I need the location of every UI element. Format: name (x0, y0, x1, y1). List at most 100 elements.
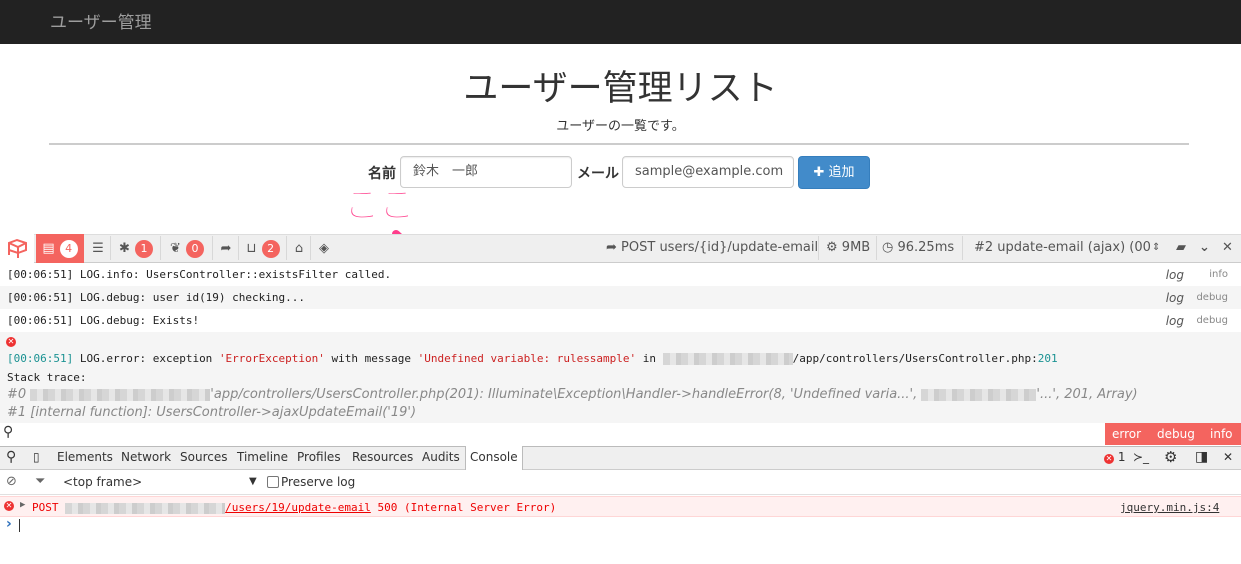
annotation-label: ここ (343, 185, 415, 227)
error-counter[interactable]: ✕ 1 (1104, 446, 1125, 470)
device-icon[interactable]: ▯ (33, 446, 40, 470)
email-field[interactable]: sample@example.com (622, 156, 794, 188)
search-icon[interactable]: ⚲ (3, 424, 13, 440)
dataset-value: #2 update-email (ajax) (00 (974, 240, 1151, 255)
log-text: LOG.debug: Exists! (73, 314, 200, 327)
trace-0-end: '...', 201, Array) (1036, 387, 1138, 402)
clock-icon: ◷ (882, 240, 894, 255)
error-log-row: ✕ [00:06:51] LOG.error: exception 'Error… (0, 332, 1241, 423)
drive-icon: ⌂ (294, 241, 304, 256)
request-info: ➦ POST users/{id}/update-email (606, 234, 818, 263)
tab-console[interactable]: Console (465, 446, 523, 470)
tab-elements[interactable]: Elements (57, 446, 113, 470)
trace-1-text: #1 [internal function]: UsersController-… (7, 405, 417, 420)
error-line: 201 (1037, 352, 1058, 365)
tab-views[interactable]: ❦ 0 (162, 234, 212, 263)
tab-sources[interactable]: Sources (180, 446, 227, 470)
list-icon: ▤ (42, 241, 55, 256)
stack-trace-label: Stack trace: (7, 371, 87, 384)
log-row: [00:06:51] LOG.info: UsersController::ex… (0, 263, 1241, 286)
separator (876, 236, 877, 260)
tags-icon: ◈ (319, 241, 329, 256)
request-label: POST users/{id}/update-email (621, 240, 819, 255)
exceptions-count-badge: 1 (134, 239, 153, 258)
filter-debug[interactable]: debug (1157, 423, 1195, 445)
separator (962, 236, 963, 260)
redacted-path (662, 353, 793, 365)
console-error-row: ✕ ▶ POST /users/19/update-email 500 (Int… (0, 496, 1241, 517)
dock-icon[interactable]: ◨ (1195, 446, 1208, 470)
tab-timeline[interactable]: ☰ (86, 234, 110, 263)
separator (286, 236, 287, 260)
email-label: メール (577, 166, 619, 182)
tab-timeline[interactable]: Timeline (237, 446, 288, 470)
chevron-down-icon[interactable]: ⌄ (1199, 234, 1210, 263)
bars-icon: ☰ (92, 241, 104, 256)
close-icon[interactable]: ✕ (1222, 234, 1233, 263)
drawer-icon[interactable]: ≻_ (1133, 446, 1149, 470)
tab-profiles[interactable]: Profiles (297, 446, 341, 470)
clear-console-icon[interactable]: ⊘ (6, 474, 17, 489)
trace-0-index: #0 (7, 387, 31, 402)
time-info: ◷ 96.25ms (882, 234, 954, 263)
separator (238, 236, 239, 260)
tab-route[interactable]: ➦ (214, 234, 238, 263)
tab-resources[interactable]: Resources (352, 446, 413, 470)
time-value: 96.25ms (897, 240, 955, 255)
separator (110, 236, 111, 260)
divider (49, 143, 1189, 145)
navbar-brand[interactable]: ユーザー管理 (50, 8, 152, 33)
page-title: ユーザー管理リスト (463, 69, 778, 109)
filter-info[interactable]: info (1210, 423, 1233, 445)
plus-icon: ✚ (813, 165, 825, 180)
separator (818, 236, 819, 260)
messages-count-badge: 4 (59, 239, 78, 258)
close-icon[interactable]: ✕ (1223, 446, 1233, 470)
tab-queries[interactable]: ⊔ 2 (240, 234, 286, 263)
tab-request[interactable]: ◈ (312, 234, 336, 263)
error-icon: ✕ (4, 501, 14, 511)
tab-exceptions[interactable]: ✱ 1 (112, 234, 160, 263)
folder-open-icon[interactable]: ▰ (1176, 234, 1186, 263)
tab-session[interactable]: ⌂ (288, 234, 310, 263)
inspect-icon[interactable]: ⚲ (6, 446, 16, 470)
preserve-log-checkbox[interactable] (267, 476, 279, 488)
trace-0-text: 'app/controllers/UsersController.php(201… (210, 387, 922, 402)
redacted-path (921, 388, 1037, 401)
error-icon: ✕ (1104, 454, 1114, 464)
filter-icon[interactable]: ⏷ (35, 474, 45, 489)
frame-select[interactable]: <top frame> (63, 475, 142, 489)
console-error-source[interactable]: jquery.min.js:4 (1120, 501, 1219, 514)
tab-network[interactable]: Network (121, 446, 171, 470)
error-message: 'Undefined variable: rulessample' (417, 352, 637, 365)
log-row: [00:06:51] LOG.debug: Exists! log debug (0, 309, 1241, 332)
log-time: [00:06:51] (7, 352, 74, 365)
tab-messages[interactable]: ▤ 4 (36, 234, 84, 263)
console-error-status: 500 (Internal Server Error) (377, 501, 557, 514)
expand-arrow-icon[interactable]: ▶ (20, 500, 25, 510)
name-field[interactable]: 鈴木 一郎 (400, 156, 572, 188)
tab-audits[interactable]: Audits (422, 446, 460, 470)
error-prefix: LOG.error: exception (73, 352, 219, 365)
select-arrows-icon: ⇕ (1152, 242, 1161, 253)
console-input[interactable] (19, 519, 20, 532)
log-row: [00:06:51] LOG.debug: user id(19) checki… (0, 286, 1241, 309)
gears-icon: ⚙ (826, 240, 838, 255)
console-error-url[interactable]: /users/19/update-email (225, 501, 371, 514)
error-count: 1 (1117, 450, 1126, 464)
log-label: log (1165, 268, 1184, 282)
redacted-path (30, 388, 211, 401)
inbox-icon: ⊔ (246, 241, 257, 256)
log-label: log (1165, 291, 1184, 305)
separator (160, 236, 161, 260)
log-time: [00:06:51] (7, 291, 74, 304)
filter-error[interactable]: error (1112, 423, 1142, 445)
navbar (0, 0, 1241, 44)
error-mid: with message (324, 352, 418, 365)
add-button[interactable]: ✚ 追加 (798, 156, 870, 189)
gear-icon[interactable]: ⚙ (1164, 446, 1177, 470)
log-label: log (1165, 314, 1184, 328)
views-count-badge: 0 (185, 239, 204, 258)
laravel-logo-icon[interactable] (0, 234, 34, 263)
dataset-select[interactable]: #2 update-email (ajax) (00 (974, 234, 1166, 263)
